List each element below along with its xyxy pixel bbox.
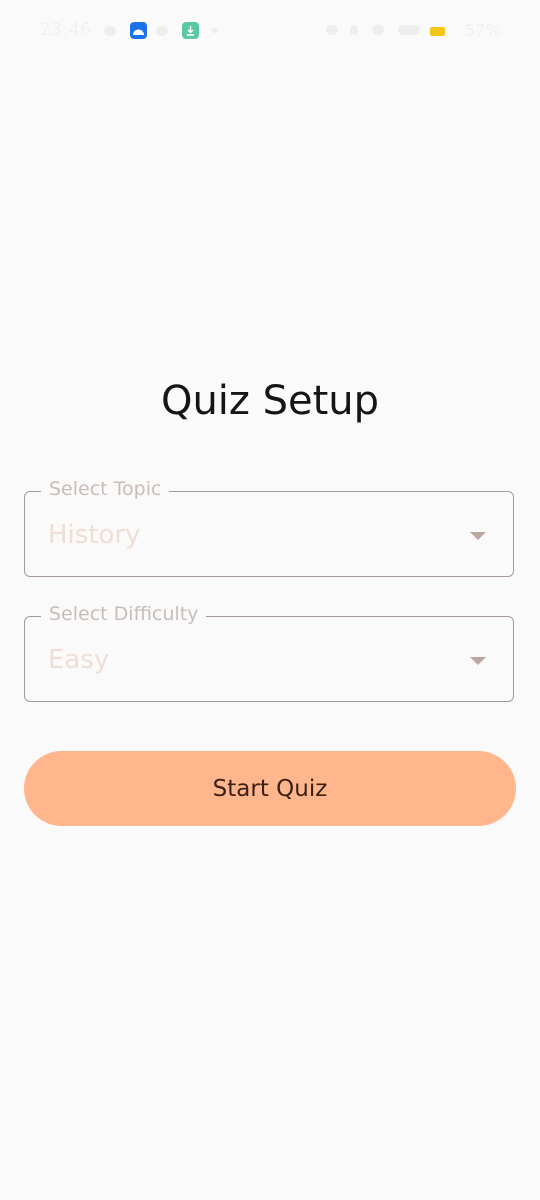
more-notifications-icon — [212, 28, 218, 33]
topic-dropdown[interactable]: Select Topic History — [24, 478, 514, 577]
topic-value: History — [48, 520, 141, 550]
battery-percent: 57% — [465, 21, 501, 40]
android-app-icon — [130, 22, 147, 39]
chevron-down-icon — [470, 657, 486, 665]
difficulty-label: Select Difficulty — [41, 603, 207, 625]
page-title: Quiz Setup — [160, 378, 380, 424]
status-bar: 23:46 57% — [0, 0, 540, 62]
status-time: 23:46 — [40, 20, 92, 40]
bluetooth-icon — [350, 25, 358, 35]
vibrate-icon — [372, 25, 384, 35]
topic-label: Select Topic — [41, 478, 170, 500]
alarm-icon — [326, 25, 338, 35]
download-icon — [182, 22, 199, 39]
notification-icon-2 — [156, 26, 168, 36]
difficulty-dropdown[interactable]: Select Difficulty Easy — [24, 603, 514, 702]
battery-icon — [430, 27, 445, 36]
difficulty-value: Easy — [48, 645, 110, 675]
start-quiz-button[interactable]: Start Quiz — [24, 751, 516, 826]
notification-icon — [104, 26, 116, 36]
signal-icon — [398, 25, 420, 35]
chevron-down-icon — [470, 532, 486, 540]
